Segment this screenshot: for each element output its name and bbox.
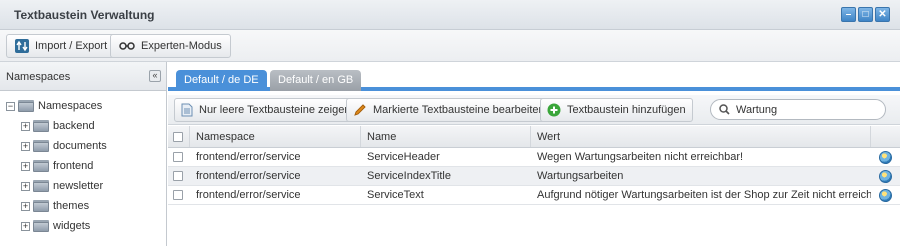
window-titlebar: Textbaustein Verwaltung – □ ✕: [0, 0, 900, 30]
import-export-label: Import / Export: [35, 40, 108, 52]
window-title: Textbaustein Verwaltung: [14, 8, 155, 22]
add-icon: [547, 103, 561, 117]
show-empty-button[interactable]: Nur leere Textbausteine zeigen: [174, 98, 358, 122]
column-header-actions: [871, 126, 900, 147]
folder-icon: [33, 180, 49, 192]
locale-tabbar: Default / de DE Default / en GB: [168, 62, 900, 91]
collapse-icon[interactable]: «: [149, 70, 161, 82]
cell-name: ServiceIndexTitle: [367, 170, 451, 182]
column-header-value[interactable]: Wert: [531, 126, 871, 147]
folder-icon: [33, 160, 49, 172]
row-checkbox-cell: [168, 186, 190, 204]
import-export-icon: [15, 39, 29, 53]
main-toolbar: Import / Export Experten-Modus: [0, 30, 900, 62]
textbaustein-grid: Namespace Name Wert frontend/error/servi…: [168, 126, 900, 205]
tree-root[interactable]: − Namespaces: [0, 96, 165, 116]
table-row[interactable]: frontend/error/service ServiceHeader Weg…: [168, 148, 900, 167]
tree-root-label: Namespaces: [38, 100, 103, 112]
expand-node-icon[interactable]: +: [21, 181, 30, 191]
cell-name: ServiceText: [367, 189, 424, 201]
document-icon: [181, 103, 193, 117]
folder-icon: [33, 120, 49, 132]
select-all-checkbox[interactable]: [173, 131, 183, 142]
expert-mode-label: Experten-Modus: [141, 40, 222, 52]
expand-node-icon[interactable]: +: [21, 141, 30, 151]
folder-icon: [33, 220, 49, 232]
add-textbaustein-button[interactable]: Textbaustein hinzufügen: [540, 98, 693, 122]
select-all-cell: [168, 126, 190, 147]
tree-item-label: backend: [53, 120, 95, 132]
tree-item-widgets[interactable]: + widgets: [0, 216, 165, 236]
expand-node-icon[interactable]: +: [21, 221, 30, 231]
tree-item-label: widgets: [53, 220, 91, 232]
close-icon[interactable]: ✕: [875, 7, 890, 22]
search-field[interactable]: [710, 99, 886, 120]
namespace-sidebar: Namespaces « − Namespaces + backend + do…: [0, 62, 167, 246]
edit-marked-label: Markierte Textbausteine bearbeiten: [373, 104, 545, 116]
folder-open-icon: [18, 100, 34, 112]
main-panel: Default / de DE Default / en GB Nur leer…: [168, 62, 900, 246]
sidebar-header: Namespaces «: [0, 62, 166, 91]
cell-value: Wartungsarbeiten: [537, 170, 624, 182]
maximize-icon[interactable]: □: [858, 7, 873, 22]
folder-icon: [33, 200, 49, 212]
tree-item-label: documents: [53, 140, 107, 152]
sidebar-title: Namespaces: [6, 71, 71, 83]
cell-namespace: frontend/error/service: [196, 170, 301, 182]
import-export-button[interactable]: Import / Export: [6, 34, 117, 58]
tree-item-backend[interactable]: + backend: [0, 116, 165, 136]
expand-node-icon[interactable]: +: [21, 201, 30, 211]
cell-namespace: frontend/error/service: [196, 189, 301, 201]
column-header-namespace[interactable]: Namespace: [190, 126, 361, 147]
tree-item-label: newsletter: [53, 180, 104, 192]
add-textbaustein-label: Textbaustein hinzufügen: [567, 104, 686, 116]
expand-node-icon[interactable]: +: [21, 121, 30, 131]
translate-globe-icon[interactable]: [879, 150, 892, 164]
tab-default-en[interactable]: Default / en GB: [270, 70, 362, 91]
cell-namespace: frontend/error/service: [196, 151, 301, 163]
window-controls: – □ ✕: [841, 7, 890, 22]
cell-value: Aufgrund nötiger Wartungsarbeiten ist de…: [537, 189, 871, 201]
row-action-cell: [873, 186, 900, 204]
namespace-tree: − Namespaces + backend + documents + fro…: [0, 96, 165, 236]
translate-globe-icon[interactable]: [879, 169, 892, 183]
cell-value: Wegen Wartungsarbeiten nicht erreichbar!: [537, 151, 744, 163]
show-empty-label: Nur leere Textbausteine zeigen: [199, 104, 351, 116]
row-checkbox-cell: [168, 167, 190, 185]
row-checkbox[interactable]: [173, 152, 183, 162]
tree-item-label: themes: [53, 200, 90, 212]
translate-globe-icon[interactable]: [879, 188, 892, 202]
tree-item-label: frontend: [53, 160, 94, 172]
row-action-cell: [873, 167, 900, 185]
folder-icon: [33, 140, 49, 152]
search-icon: [719, 104, 730, 115]
tab-default-de[interactable]: Default / de DE: [176, 70, 267, 91]
search-input[interactable]: [736, 103, 876, 116]
row-checkbox[interactable]: [173, 190, 183, 200]
glasses-icon: [119, 42, 135, 50]
table-row[interactable]: frontend/error/service ServiceIndexTitle…: [168, 167, 900, 186]
tree-item-frontend[interactable]: + frontend: [0, 156, 165, 176]
tree-item-themes[interactable]: + themes: [0, 196, 165, 216]
grid-header: Namespace Name Wert: [168, 126, 900, 148]
expand-node-icon[interactable]: +: [21, 161, 30, 171]
column-header-name[interactable]: Name: [361, 126, 531, 147]
tree-item-newsletter[interactable]: + newsletter: [0, 176, 165, 196]
grid-toolbar: Nur leere Textbausteine zeigen Markierte…: [168, 95, 900, 125]
collapse-node-icon[interactable]: −: [6, 101, 15, 111]
cell-name: ServiceHeader: [367, 151, 440, 163]
tree-item-documents[interactable]: + documents: [0, 136, 165, 156]
pencil-icon: [354, 104, 366, 116]
minimize-icon[interactable]: –: [841, 7, 856, 22]
row-checkbox[interactable]: [173, 171, 183, 181]
edit-marked-button[interactable]: Markierte Textbausteine bearbeiten: [346, 98, 552, 122]
table-row[interactable]: frontend/error/service ServiceText Aufgr…: [168, 186, 900, 205]
expert-mode-button[interactable]: Experten-Modus: [110, 34, 231, 58]
row-checkbox-cell: [168, 148, 190, 166]
row-action-cell: [873, 148, 900, 166]
